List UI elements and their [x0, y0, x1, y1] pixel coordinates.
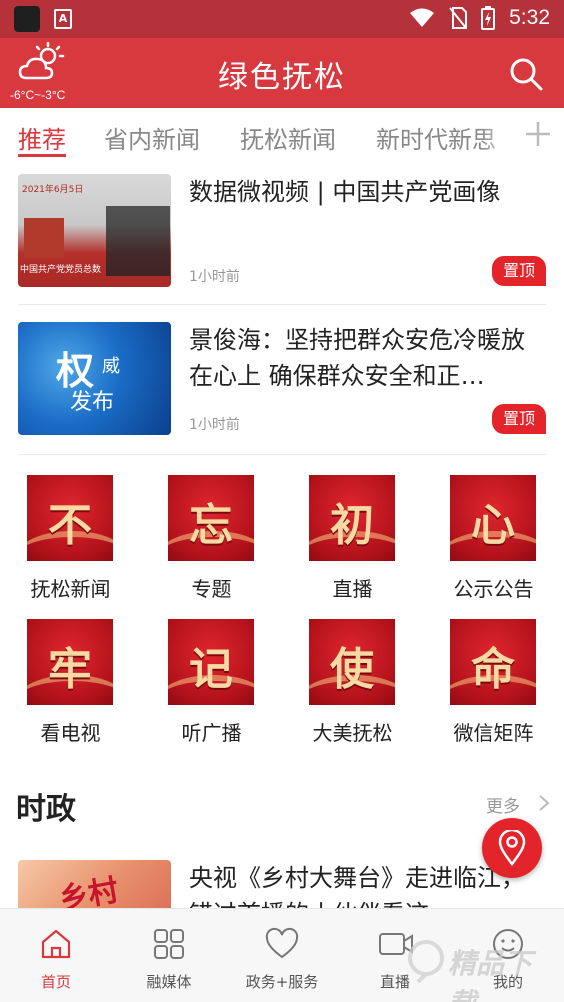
- grid-tile-icon: 记: [168, 619, 254, 705]
- grid-item-beautiful-fusong[interactable]: 使 大美抚松: [282, 619, 423, 759]
- tiananmen-graphic: [24, 218, 64, 258]
- wifi-icon: [410, 8, 435, 27]
- grid-item-radio[interactable]: 记 听广播: [141, 619, 282, 759]
- news-thumbnail: 乡村: [18, 860, 171, 908]
- notification-a-icon: A: [54, 9, 72, 29]
- grid-item-announcements[interactable]: 心 公示公告: [423, 475, 564, 615]
- clock: 5:32: [509, 6, 550, 29]
- grid-label: 微信矩阵: [453, 721, 534, 745]
- grid-item-special-topic[interactable]: 忘 专题: [141, 475, 282, 615]
- nav-home[interactable]: 首页: [0, 909, 112, 1002]
- news-item[interactable]: 2021年6月5日 中国共产党党员总数 数据微视频 | 中国共产党画像 1小时前…: [18, 174, 546, 324]
- grid-tile-icon: 心: [450, 475, 536, 561]
- news-time: 1小时前: [189, 269, 240, 285]
- nav-government-services[interactable]: 政务+服务: [226, 909, 338, 1002]
- pinned-badge: 置顶: [492, 256, 546, 286]
- chevron-right-icon[interactable]: [538, 794, 550, 812]
- status-bar: A 5:32: [0, 0, 564, 38]
- thumbnail-text-small: 威: [102, 356, 120, 377]
- location-button[interactable]: [482, 818, 542, 878]
- grid-item-fusong-news[interactable]: 不 抚松新闻: [0, 475, 141, 615]
- add-channel-icon[interactable]: [520, 114, 556, 154]
- grid-icon: [154, 929, 184, 959]
- channel-tabs: 推荐 省内新闻 抚松新闻 新时代新思: [0, 108, 564, 160]
- thumbnail-text-small: 发布: [70, 390, 115, 415]
- battery-charging-icon: [481, 6, 496, 30]
- grid-label: 直播: [332, 577, 373, 601]
- app-title: 绿色抚松: [218, 60, 346, 95]
- grid-label: 大美抚松: [312, 721, 393, 745]
- divider: [18, 304, 546, 305]
- pinned-badge: 置顶: [492, 404, 546, 434]
- tab-fade: [480, 108, 520, 160]
- notification-app-icon: [14, 6, 40, 32]
- grid-tile-icon: 使: [309, 619, 395, 705]
- grid-item-wechat-matrix[interactable]: 命 微信矩阵: [423, 619, 564, 759]
- grid-label: 公示公告: [453, 577, 534, 601]
- news-item[interactable]: 乡村 央视《乡村大舞台》走进临江，错过首播的小伙伴看这: [18, 860, 546, 908]
- nav-label: 首页: [40, 973, 71, 991]
- news-item[interactable]: 权 威 发布 景俊海：坚持把群众安危冷暖放在心上 确保群众安全和正… 1小时前 …: [18, 322, 546, 472]
- home-icon: [41, 929, 71, 959]
- active-tab-indicator: [18, 154, 66, 157]
- tab-new-era[interactable]: 新时代新思: [376, 120, 496, 155]
- section-title: 时政: [16, 792, 76, 827]
- thumbnail-caption-bottom: 中国共产党党员总数: [20, 265, 102, 275]
- news-thumbnail: 2021年6月5日 中国共产党党员总数: [18, 174, 171, 287]
- tab-fusong-news[interactable]: 抚松新闻: [240, 120, 336, 155]
- location-pin-icon: [498, 830, 526, 866]
- tab-recommended[interactable]: 推荐: [18, 120, 66, 155]
- news-title: 数据微视频 | 中国共产党画像: [189, 178, 501, 206]
- search-icon[interactable]: [508, 56, 544, 92]
- news-title: 景俊海：坚持把群众安危冷暖放在心上 确保群众安全和正…: [189, 326, 525, 390]
- nav-label: 融媒体: [146, 973, 192, 991]
- grid-item-watch-tv[interactable]: 牢 看电视: [0, 619, 141, 759]
- more-link[interactable]: 更多: [486, 792, 520, 817]
- watermark-logo-icon: [408, 940, 444, 984]
- grid-item-live[interactable]: 初 直播: [282, 475, 423, 615]
- watermark-text: 精品下载: [448, 947, 533, 1002]
- people-graphic: [106, 206, 170, 276]
- grid-label: 抚松新闻: [30, 577, 111, 601]
- grid-label: 看电视: [40, 721, 101, 745]
- grid-tile-icon: 不: [27, 475, 113, 561]
- grid-label: 听广播: [181, 721, 242, 745]
- tab-provincial-news[interactable]: 省内新闻: [104, 120, 200, 155]
- grid-tile-icon: 初: [309, 475, 395, 561]
- grid-label: 专题: [191, 577, 232, 601]
- grid-tile-icon: 忘: [168, 475, 254, 561]
- divider: [18, 454, 546, 455]
- news-time: 1小时前: [189, 417, 240, 433]
- nav-label: 政务+服务: [245, 973, 319, 991]
- thumbnail-caption-top: 2021年6月5日: [22, 185, 84, 195]
- heart-icon: [265, 927, 299, 959]
- grid-tile-icon: 牢: [27, 619, 113, 705]
- grid-tile-icon: 命: [450, 619, 536, 705]
- watermark: 精品下载: [404, 936, 554, 1002]
- thumbnail-text: 乡村: [56, 873, 122, 908]
- app-header: -6°C~-3°C 绿色抚松: [0, 38, 564, 108]
- news-thumbnail: 权 威 发布: [18, 322, 171, 435]
- nav-media[interactable]: 融媒体: [113, 909, 225, 1002]
- no-sim-icon: [449, 7, 468, 29]
